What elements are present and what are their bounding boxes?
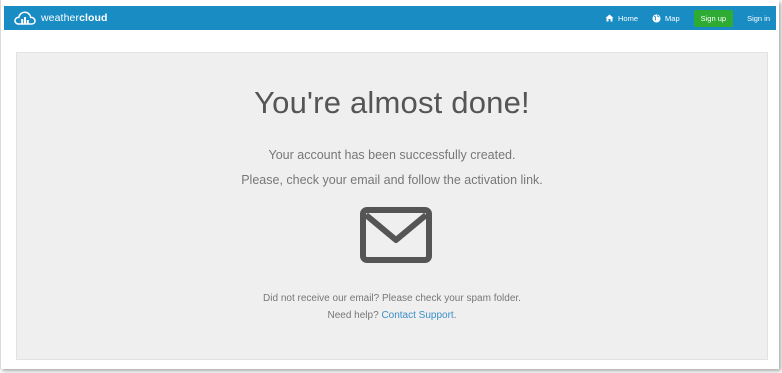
- brand-logo[interactable]: weathercloud: [13, 6, 108, 30]
- sign-up-button[interactable]: Sign up: [693, 9, 734, 27]
- brand-name: weathercloud: [41, 12, 108, 24]
- globe-icon: [652, 14, 661, 22]
- sign-in-link[interactable]: Sign in: [747, 14, 770, 23]
- cloud-logo-icon: [13, 9, 37, 27]
- need-help-text: Need help? Contact Support.: [327, 310, 457, 321]
- confirmation-panel: You're almost done! Your account has bee…: [16, 52, 768, 360]
- contact-support-link[interactable]: Contact Support: [381, 310, 453, 321]
- nav-map-label: Map: [665, 13, 680, 23]
- check-email-text: Please, check your email and follow the …: [241, 173, 543, 187]
- home-icon: [605, 14, 614, 22]
- account-created-text: Your account has been successfully creat…: [268, 148, 516, 162]
- nav-home[interactable]: Home: [605, 14, 638, 23]
- nav-home-label: Home: [618, 13, 639, 23]
- spam-folder-text: Did not receive our email? Please check …: [263, 293, 521, 304]
- page-title: You're almost done!: [254, 85, 530, 120]
- browser-frame: weathercloud Home Map Sign up Sign in Yo…: [0, 0, 779, 369]
- top-navbar: weathercloud Home Map Sign up Sign in: [4, 6, 776, 30]
- nav-map[interactable]: Map: [652, 14, 680, 23]
- envelope-icon: [359, 206, 433, 266]
- nav-menu: Home Map Sign up Sign in: [591, 6, 770, 30]
